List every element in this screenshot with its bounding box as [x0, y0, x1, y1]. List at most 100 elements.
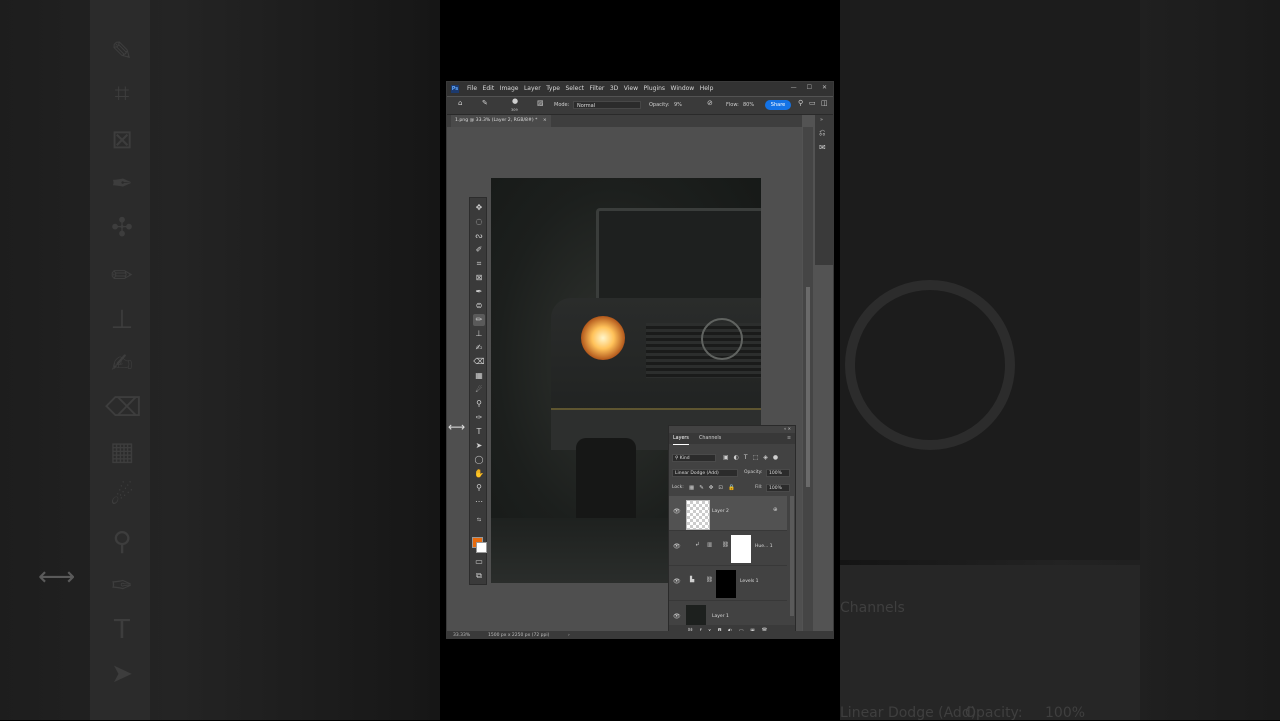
fill-value[interactable]: 100%: [766, 484, 790, 492]
history-brush-tool-icon[interactable]: ✍: [473, 342, 485, 354]
menu-type[interactable]: Type: [546, 84, 560, 94]
tab-layers[interactable]: Layers: [673, 433, 689, 445]
menu-window[interactable]: Window: [671, 84, 695, 94]
eyedropper-tool-icon[interactable]: ✒: [473, 286, 485, 298]
layer-name[interactable]: Layer 2: [712, 509, 729, 514]
type-tool-icon[interactable]: T: [473, 426, 485, 438]
panels-icon[interactable]: ◫: [821, 100, 828, 107]
ellipse-tool-icon[interactable]: ◯: [473, 454, 485, 466]
lasso-tool-icon[interactable]: ᔓ: [473, 230, 485, 242]
levels-adjustment-icon: ▙: [690, 577, 695, 583]
gradient-tool-icon[interactable]: ▦: [473, 370, 485, 382]
vertical-scrollbar[interactable]: [803, 127, 813, 632]
link-icon: ⛓: [722, 542, 729, 548]
history-panel-icon[interactable]: ⎌: [819, 128, 825, 138]
document-tab-bar: 1.png @ 33.3% (Layer 2, RGB/8#) * ×: [447, 115, 802, 127]
brush-tool-icon[interactable]: ✎: [482, 100, 488, 107]
brush-tool-icon-panel[interactable]: ✏: [473, 314, 485, 326]
layer-row-layer-1[interactable]: 👁 Layer 1: [669, 601, 787, 626]
car-headlight: [581, 316, 625, 360]
flow-value[interactable]: 80%: [743, 102, 754, 109]
menu-bar: File Edit Image Layer Type Select Filter…: [467, 84, 719, 94]
quick-mask-icon[interactable]: ▭: [473, 556, 485, 568]
collapse-panels-icon[interactable]: »: [820, 117, 823, 123]
document-info[interactable]: 1500 px x 2250 px (72 ppi): [488, 631, 549, 638]
dodge-tool-icon[interactable]: ⚲: [473, 398, 485, 410]
quick-select-tool-icon[interactable]: ✐: [473, 244, 485, 256]
menu-image[interactable]: Image: [500, 84, 519, 94]
layer-name[interactable]: Hue... 1: [755, 544, 773, 549]
right-panel-strip: » ⎌ ✉: [815, 115, 833, 265]
document-tab[interactable]: 1.png @ 33.3% (Layer 2, RGB/8#) * ×: [451, 115, 551, 127]
opacity-value[interactable]: 9%: [674, 102, 682, 109]
menu-layer[interactable]: Layer: [524, 84, 541, 94]
layer-thumbnail-transparent: [686, 500, 710, 530]
workspace-icon[interactable]: ▭: [809, 100, 816, 107]
swap-colors-icon[interactable]: ⇆: [473, 514, 485, 526]
menu-help[interactable]: Help: [700, 84, 714, 94]
lock-icons[interactable]: ▦✎✥⊡🔒: [689, 484, 749, 492]
pen-tool-icon[interactable]: ✑: [473, 412, 485, 424]
filter-kind-select[interactable]: ⚲ Kind: [672, 454, 716, 462]
photoshop-logo: Ps: [451, 85, 459, 93]
search-icon[interactable]: ⚲: [798, 100, 803, 107]
close-button[interactable]: ✕: [822, 83, 827, 93]
zoom-tool-icon[interactable]: ⚲: [473, 482, 485, 494]
layer-name[interactable]: Layer 1: [712, 614, 729, 619]
path-selection-tool-icon[interactable]: ➤: [473, 440, 485, 452]
visibility-eye-icon[interactable]: 👁: [673, 613, 681, 620]
pressure-opacity-icon[interactable]: ⊘: [707, 100, 713, 107]
close-tab-icon[interactable]: ×: [543, 118, 547, 123]
crop-tool-icon[interactable]: ⌗: [473, 258, 485, 270]
brush-settings-icon[interactable]: ▨: [537, 100, 544, 107]
more-tools-icon[interactable]: ⋯: [473, 496, 485, 508]
comments-panel-icon[interactable]: ✉: [819, 143, 826, 152]
minimize-button[interactable]: —: [791, 83, 797, 93]
panel-menu-icon[interactable]: ≡: [787, 433, 791, 444]
blurred-gradient-icon: ▦: [109, 437, 135, 467]
visibility-eye-icon[interactable]: 👁: [673, 508, 681, 515]
maximize-button[interactable]: ☐: [807, 83, 812, 93]
layer-opacity-value[interactable]: 100%: [766, 469, 790, 477]
blurred-channels-text: Channels: [840, 600, 905, 616]
layer-row-layer-2[interactable]: 👁 Layer 2 ⊕: [669, 496, 787, 531]
share-button[interactable]: Share: [765, 100, 791, 110]
marquee-tool-icon[interactable]: ◌: [473, 216, 485, 228]
layer-row-levels[interactable]: 👁 ▙ ⛓ Levels 1: [669, 566, 787, 601]
layer-thumbnail-photo: [686, 605, 706, 625]
frame-tool-icon[interactable]: ⊠: [473, 272, 485, 284]
layers-scrollbar[interactable]: [790, 496, 794, 616]
panel-collapse-icon[interactable]: « ✕: [784, 426, 791, 431]
visibility-eye-icon[interactable]: 👁: [673, 543, 681, 550]
blurred-dodge-icon: ⚲: [112, 527, 132, 557]
background-color-swatch[interactable]: [476, 542, 487, 553]
menu-select[interactable]: Select: [565, 84, 584, 94]
link-icon: ⛓: [706, 577, 713, 583]
blend-mode-select[interactable]: Linear Dodge (Add): [672, 469, 738, 477]
tab-channels[interactable]: Channels: [699, 433, 721, 444]
eraser-tool-icon[interactable]: ⌫: [473, 356, 485, 368]
menu-view[interactable]: View: [624, 84, 638, 94]
zoom-level[interactable]: 33.33%: [453, 631, 470, 638]
menu-filter[interactable]: Filter: [590, 84, 605, 94]
menu-file[interactable]: File: [467, 84, 477, 94]
healing-brush-tool-icon[interactable]: ⊜: [473, 300, 485, 312]
menu-3d[interactable]: 3D: [610, 84, 618, 94]
blurred-opacity-text: Opacity:: [965, 705, 1023, 721]
menu-plugins[interactable]: Plugins: [644, 84, 666, 94]
filter-icons[interactable]: ▣◐T⬚◈●: [723, 454, 833, 462]
status-arrow-icon[interactable]: ›: [568, 631, 570, 638]
blur-tool-icon[interactable]: ☄: [473, 384, 485, 396]
layer-name[interactable]: Levels 1: [740, 579, 759, 584]
mode-select[interactable]: Normal: [573, 101, 641, 109]
visibility-eye-icon[interactable]: 👁: [673, 578, 681, 585]
menu-edit[interactable]: Edit: [483, 84, 495, 94]
move-tool-icon[interactable]: ✥: [473, 202, 485, 214]
layer-row-hue[interactable]: 👁 ↲ ▥ ⛓ Hue... 1: [669, 531, 787, 566]
home-icon[interactable]: ⌂: [458, 100, 462, 107]
resize-cursor-icon: ⟷: [448, 420, 466, 434]
clone-stamp-tool-icon[interactable]: ⊥: [473, 328, 485, 340]
screen-mode-icon[interactable]: ⧉: [473, 570, 485, 582]
brush-preset-icon[interactable]: ●: [512, 98, 518, 105]
hand-tool-icon[interactable]: ✋: [473, 468, 485, 480]
